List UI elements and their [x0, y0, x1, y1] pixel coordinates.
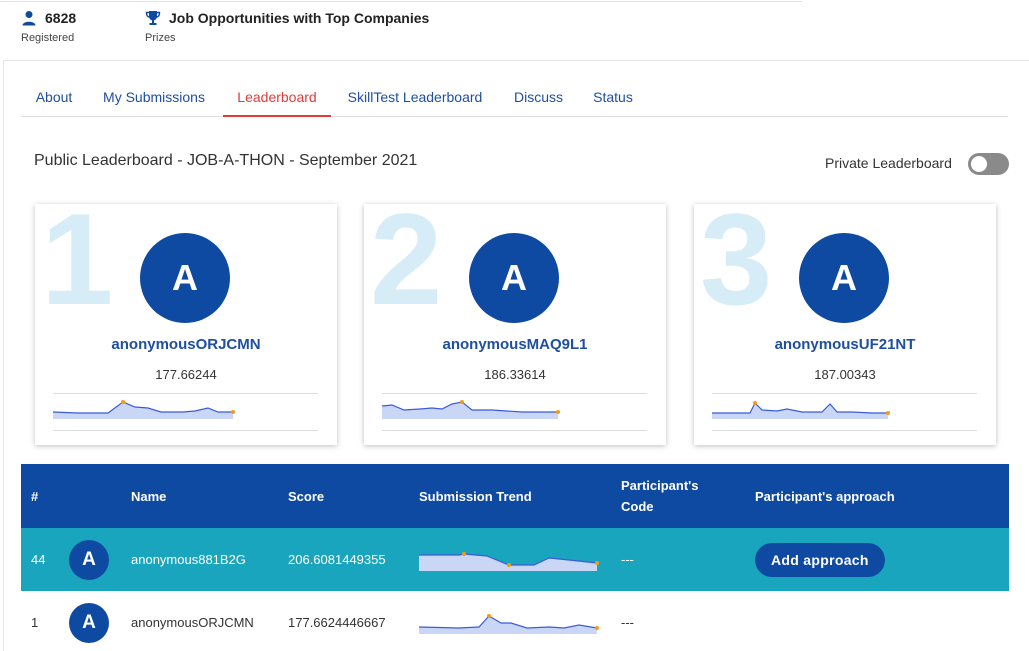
avatar: A: [799, 233, 889, 323]
submission-trend-sparkline: [382, 400, 560, 419]
prizes-value: Job Opportunities with Top Companies: [169, 10, 430, 26]
header-score: Score: [288, 488, 325, 504]
participant-name[interactable]: anonymousUF21NT: [694, 336, 996, 353]
avatar: A: [469, 233, 559, 323]
rank-watermark: 2: [370, 204, 443, 332]
top-divider: [0, 1, 802, 2]
header-participant-approach: Participant's approach: [755, 488, 895, 504]
header-code-line2: Code: [621, 499, 654, 514]
avatar: A: [69, 602, 109, 643]
header-name: Name: [131, 488, 167, 504]
row-avatar-cell: A: [69, 591, 109, 651]
submission-trend-sparkline: [419, 551, 599, 571]
leaderboard-table-header: # Name Score Submission Trend Participan…: [21, 464, 1009, 528]
participant-score: 177.66244: [155, 367, 217, 382]
private-leaderboard-label: Private Leaderboard: [825, 155, 952, 171]
submission-trend-sparkline: [712, 401, 890, 419]
prizes-label: Prizes: [145, 32, 176, 44]
leaderboard-title: Public Leaderboard - JOB-A-THON - Septem…: [34, 152, 418, 169]
row-rank: 1: [31, 615, 39, 630]
podium-card-2[interactable]: 2 A anonymousMAQ9L1 186.33614: [364, 204, 666, 445]
header-participant-code: Participant's Code: [621, 464, 699, 528]
row-score: 206.6081449355: [288, 552, 386, 567]
trophy-icon: [145, 10, 161, 26]
row-name[interactable]: anonymous881B2G: [131, 528, 246, 591]
divider: [382, 430, 647, 431]
user-icon: [21, 10, 37, 26]
divider: [53, 393, 318, 394]
divider: [712, 393, 977, 394]
row-code: ---: [621, 615, 634, 630]
row-trend-cell: [419, 591, 599, 651]
row-trend-cell: [419, 528, 599, 591]
participant-name[interactable]: anonymousORJCMN: [35, 336, 337, 353]
registered-stat: 6828 Registered: [21, 10, 76, 44]
rank-watermark: 3: [700, 204, 773, 332]
participant-score: 187.00343: [814, 367, 876, 382]
table-row: 44 A anonymous881B2G 206.6081449355 --- …: [21, 528, 1009, 591]
row-code: ---: [621, 552, 634, 567]
header-submission-trend: Submission Trend: [419, 488, 532, 504]
registered-label: Registered: [21, 32, 75, 44]
tab-discuss[interactable]: Discuss: [509, 80, 568, 117]
row-name[interactable]: anonymousORJCMN: [131, 591, 254, 651]
rank-watermark: 1: [41, 204, 114, 332]
submission-trend-sparkline: [53, 400, 235, 419]
tab-about[interactable]: About: [21, 80, 87, 117]
toggle-knob: [971, 156, 987, 172]
registered-count: 6828: [45, 10, 77, 26]
avatar: A: [140, 233, 230, 323]
row-approach-cell: Add approach: [755, 528, 885, 591]
tab-skilltest-leaderboard[interactable]: SkillTest Leaderboard: [344, 80, 486, 117]
header-rank: #: [31, 488, 39, 504]
podium-card-1[interactable]: 1 A anonymousORJCMN 177.66244: [35, 204, 337, 445]
divider: [53, 430, 318, 431]
divider: [712, 430, 977, 431]
participant-name[interactable]: anonymousMAQ9L1: [364, 336, 666, 353]
podium-card-3[interactable]: 3 A anonymousUF21NT 187.00343: [694, 204, 996, 445]
header-code-line1: Participant's: [621, 478, 699, 493]
add-approach-button[interactable]: Add approach: [755, 542, 885, 577]
row-score: 177.6624446667: [288, 615, 386, 630]
divider: [382, 393, 647, 394]
participant-score: 186.33614: [484, 367, 546, 382]
private-leaderboard-toggle[interactable]: [968, 153, 1009, 175]
row-rank: 44: [31, 552, 46, 567]
tab-my-submissions[interactable]: My Submissions: [98, 80, 210, 117]
prizes-stat: Job Opportunities with Top Companies Pri…: [145, 10, 429, 44]
avatar: A: [69, 539, 109, 580]
tab-leaderboard[interactable]: Leaderboard: [223, 80, 331, 117]
table-row: 1 A anonymousORJCMN 177.6624446667 ---: [21, 591, 1009, 651]
tab-bar: About My Submissions Leaderboard SkillTe…: [21, 80, 1008, 117]
tab-status[interactable]: Status: [589, 80, 637, 117]
submission-trend-sparkline: [419, 613, 599, 634]
row-avatar-cell: A: [69, 528, 109, 591]
